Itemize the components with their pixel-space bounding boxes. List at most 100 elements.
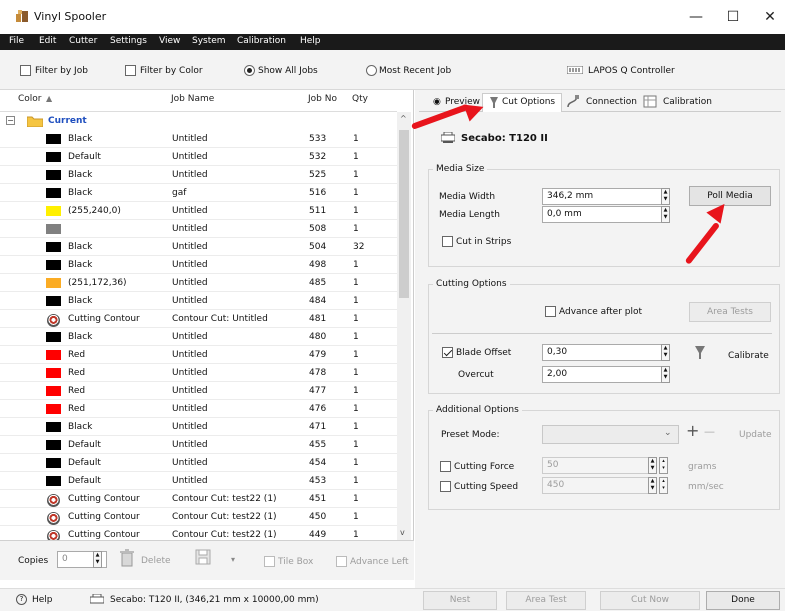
menu-help[interactable]: Help [300, 36, 321, 46]
blade-offset-spinner[interactable]: ▲ ▼ [661, 344, 670, 361]
show-all-jobs-radio[interactable] [244, 65, 255, 76]
minimize-button[interactable]: — [681, 6, 711, 28]
cutting-force-input[interactable]: 50 [542, 457, 657, 474]
table-row[interactable]: Default Untitled 454 1 [0, 454, 397, 472]
header-divider [0, 111, 397, 112]
calibrate-blade-icon[interactable] [694, 345, 706, 361]
cut-in-strips-checkbox[interactable] [442, 236, 453, 247]
table-row[interactable]: Untitled 508 1 [0, 220, 397, 238]
menu-file[interactable]: File [9, 36, 24, 46]
table-row[interactable]: Cutting Contour Contour Cut: Untitled 481 1 [0, 310, 397, 328]
cell-qty: 1 [353, 476, 359, 486]
table-row[interactable]: Black Untitled 480 1 [0, 328, 397, 346]
cell-qty: 1 [353, 350, 359, 360]
trash-icon[interactable] [120, 549, 134, 567]
calibrate-button[interactable]: Calibrate [728, 351, 769, 361]
advance-after-plot-checkbox[interactable] [545, 306, 556, 317]
overcut-input[interactable]: 2,00 [542, 366, 670, 383]
menu-bar: File Edit Cutter Settings View System Ca… [0, 34, 785, 50]
table-row[interactable]: Red Untitled 476 1 [0, 400, 397, 418]
table-row[interactable]: Default Untitled 453 1 [0, 472, 397, 490]
remove-preset-button[interactable]: — [704, 425, 715, 438]
table-row[interactable]: Black Untitled 533 1 [0, 130, 397, 148]
menu-system[interactable]: System [192, 36, 226, 46]
delete-button[interactable]: Delete [141, 556, 171, 566]
media-length-spinner[interactable]: ▲ ▼ [661, 206, 670, 223]
table-row[interactable]: Red Untitled 478 1 [0, 364, 397, 382]
filter-by-color-checkbox[interactable] [125, 65, 136, 76]
help-button[interactable]: Help [32, 595, 53, 605]
overcut-spinner[interactable]: ▲ ▼ [661, 366, 670, 383]
table-row[interactable]: Black Untitled 504 32 [0, 238, 397, 256]
group-row-current[interactable]: − Current [0, 114, 397, 130]
cutting-speed-checkbox[interactable] [440, 481, 451, 492]
table-row[interactable]: (255,240,0) Untitled 511 1 [0, 202, 397, 220]
scrollbar-thumb[interactable] [399, 130, 409, 298]
cell-job-name: Contour Cut: test22 (1) [172, 530, 277, 540]
table-row[interactable]: Black Untitled 484 1 [0, 292, 397, 310]
table-row[interactable]: Black Untitled 498 1 [0, 256, 397, 274]
advance-left-checkbox[interactable] [336, 556, 347, 567]
tile-box-checkbox[interactable] [264, 556, 275, 567]
blade-offset-input[interactable]: 0,30 [542, 344, 670, 361]
maximize-button[interactable]: ☐ [718, 6, 748, 28]
menu-settings[interactable]: Settings [110, 36, 147, 46]
cell-qty: 1 [353, 296, 359, 306]
save-dropdown-icon[interactable]: ▾ [231, 555, 235, 564]
cell-qty: 1 [353, 530, 359, 540]
cutting-speed-spinner[interactable]: ▲ ▼ [648, 477, 657, 494]
table-row[interactable]: Default Untitled 455 1 [0, 436, 397, 454]
table-row[interactable]: Default Untitled 532 1 [0, 148, 397, 166]
header-job-no[interactable]: Job No [308, 94, 337, 104]
cutting-speed-input[interactable]: 450 [542, 477, 657, 494]
blade-offset-checkbox[interactable] [442, 347, 453, 358]
menu-edit[interactable]: Edit [39, 36, 56, 46]
table-row[interactable]: Cutting Contour Contour Cut: test22 (1) 45… [0, 490, 397, 508]
scroll-down-icon[interactable]: v [400, 528, 405, 537]
header-color[interactable]: Color [18, 94, 42, 104]
done-button[interactable]: Done [706, 591, 780, 610]
cutting-force-fine-spinner[interactable]: ▴ ▾ [659, 457, 668, 474]
most-recent-job-radio[interactable] [366, 65, 377, 76]
menu-cutter[interactable]: Cutter [69, 36, 97, 46]
scroll-up-icon[interactable]: ^ [400, 114, 407, 123]
filter-by-job-checkbox[interactable] [20, 65, 31, 76]
most-recent-job-label: Most Recent Job [379, 66, 452, 76]
menu-calibration[interactable]: Calibration [237, 36, 286, 46]
help-icon[interactable]: ? [16, 594, 27, 605]
table-row[interactable]: (251,172,36) Untitled 485 1 [0, 274, 397, 292]
header-qty[interactable]: Qty [352, 94, 368, 104]
table-row[interactable]: Black gaf 516 1 [0, 184, 397, 202]
cutting-speed-fine-spinner[interactable]: ▴ ▾ [659, 477, 668, 494]
table-row[interactable]: Red Untitled 479 1 [0, 346, 397, 364]
poll-media-button[interactable]: Poll Media [689, 186, 771, 206]
area-test-button[interactable]: Area Test [506, 591, 586, 610]
media-width-input[interactable]: 346,2 mm [542, 188, 670, 205]
cutting-force-spinner[interactable]: ▲ ▼ [648, 457, 657, 474]
cutting-force-checkbox[interactable] [440, 461, 451, 472]
copies-spinner[interactable]: ▲ ▼ [93, 551, 102, 568]
add-preset-button[interactable]: + [686, 421, 699, 440]
cell-qty: 1 [353, 422, 359, 432]
media-width-spinner[interactable]: ▲ ▼ [661, 188, 670, 205]
close-button[interactable]: ✕ [755, 6, 785, 28]
nest-button[interactable]: Nest [423, 591, 497, 610]
area-tests-button[interactable]: Area Tests [689, 302, 771, 322]
header-job-name[interactable]: Job Name [171, 94, 214, 104]
folder-icon [27, 116, 43, 127]
update-preset-button[interactable]: Update [739, 430, 772, 440]
table-row[interactable]: Red Untitled 477 1 [0, 382, 397, 400]
job-list-scrollbar[interactable]: ^ v [397, 112, 411, 540]
cut-now-button[interactable]: Cut Now [600, 591, 700, 610]
controller-label[interactable]: LAPOS Q Controller [588, 66, 675, 76]
collapse-icon[interactable]: − [6, 116, 15, 125]
tab-cut-options[interactable]: Cut Options [482, 93, 562, 112]
table-row[interactable]: Cutting Contour Contour Cut: test22 (1) 45… [0, 508, 397, 526]
table-row[interactable]: Black Untitled 525 1 [0, 166, 397, 184]
table-row[interactable]: Black Untitled 471 1 [0, 418, 397, 436]
preset-mode-select[interactable] [542, 425, 679, 444]
menu-view[interactable]: View [159, 36, 180, 46]
save-icon[interactable] [195, 549, 211, 565]
cell-color: Black [68, 260, 93, 270]
media-length-input[interactable]: 0,0 mm [542, 206, 670, 223]
